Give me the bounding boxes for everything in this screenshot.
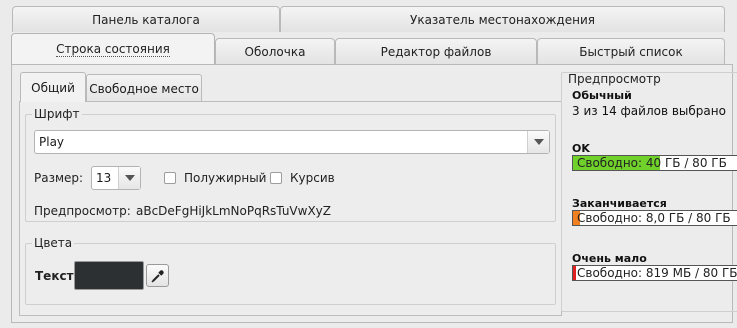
color-picker-button[interactable] <box>146 264 169 287</box>
tab-quick-list[interactable]: Быстрый список <box>537 38 725 64</box>
tab-shell[interactable]: Оболочка <box>215 38 335 64</box>
tab-general[interactable]: Общий <box>20 72 86 102</box>
font-family-select[interactable]: Play <box>34 130 550 154</box>
tab-directory-panel[interactable]: Панель каталога <box>12 6 280 32</box>
crit-bar-text: Свободно: 819 МБ / 80 ГБ <box>577 266 737 280</box>
font-family-value: Play <box>39 135 65 149</box>
font-preview-sample: aBcDeFgHiJkLmNoPqRsTuVwXyZ <box>136 204 331 218</box>
tab-label: Строка состояния <box>56 41 170 57</box>
tab-location-indicator[interactable]: Указатель местонахождения <box>280 6 725 32</box>
tab-label: Свободное место <box>89 81 199 96</box>
general-tab-panel: Шрифт Play Размер: 13 Полужирный Курсив … <box>19 101 562 316</box>
warn-free-space-bar: Свободно: 8,0 ГБ / 80 ГБ <box>572 210 737 226</box>
tab-file-editor[interactable]: Редактор файлов <box>335 38 537 64</box>
ok-bar-text: Свободно: 40 ГБ / 80 ГБ <box>577 156 727 170</box>
crit-bar-fill <box>573 266 576 280</box>
ok-title: OK <box>572 142 590 155</box>
font-group: Шрифт Play Размер: 13 Полужирный Курсив … <box>25 107 556 222</box>
text-color-swatch[interactable] <box>74 261 144 290</box>
crit-free-space-bar: Свободно: 819 МБ / 80 ГБ <box>572 265 737 281</box>
tab-label: Общий <box>31 80 75 95</box>
tab-label: Быстрый список <box>579 44 683 59</box>
font-preview-label: Предпросмотр: <box>34 204 131 218</box>
chevron-down-icon[interactable] <box>527 131 549 153</box>
size-label: Размер: <box>34 171 84 185</box>
eyedropper-icon <box>150 269 164 283</box>
normal-text: 3 из 14 файлов выбрано <box>572 104 726 118</box>
italic-label[interactable]: Курсив <box>290 171 335 185</box>
ok-free-space-bar: Свободно: 40 ГБ / 80 ГБ <box>572 155 737 171</box>
tab-label: Панель каталога <box>92 12 200 27</box>
preview-group-title: Предпросмотр <box>566 72 663 86</box>
tab-label: Оболочка <box>244 44 306 59</box>
font-group-title: Шрифт <box>32 107 82 121</box>
warn-title: Заканчивается <box>572 197 667 210</box>
bold-checkbox[interactable] <box>164 172 176 184</box>
chevron-down-icon[interactable] <box>118 167 140 189</box>
font-size-value: 13 <box>96 171 112 185</box>
preview-group: Предпросмотр Обычный 3 из 14 файлов выбр… <box>561 72 737 312</box>
tab-label: Указатель местонахождения <box>410 12 595 27</box>
status-bar-settings-panel: Общий Свободное место Шрифт Play Размер:… <box>11 64 737 323</box>
colors-group: Цвета Текст <box>25 236 556 305</box>
warn-bar-text: Свободно: 8,0 ГБ / 80 ГБ <box>577 211 731 225</box>
italic-checkbox[interactable] <box>270 172 282 184</box>
bold-label[interactable]: Полужирный <box>184 171 266 185</box>
font-size-select[interactable]: 13 <box>91 166 141 190</box>
crit-title: Очень мало <box>572 252 647 265</box>
tab-status-bar[interactable]: Строка состояния <box>11 33 215 64</box>
tab-free-space[interactable]: Свободное место <box>86 74 202 102</box>
colors-group-title: Цвета <box>32 236 75 250</box>
normal-title: Обычный <box>572 89 632 102</box>
tab-label: Редактор файлов <box>380 44 492 59</box>
text-color-label: Текст <box>35 269 74 283</box>
